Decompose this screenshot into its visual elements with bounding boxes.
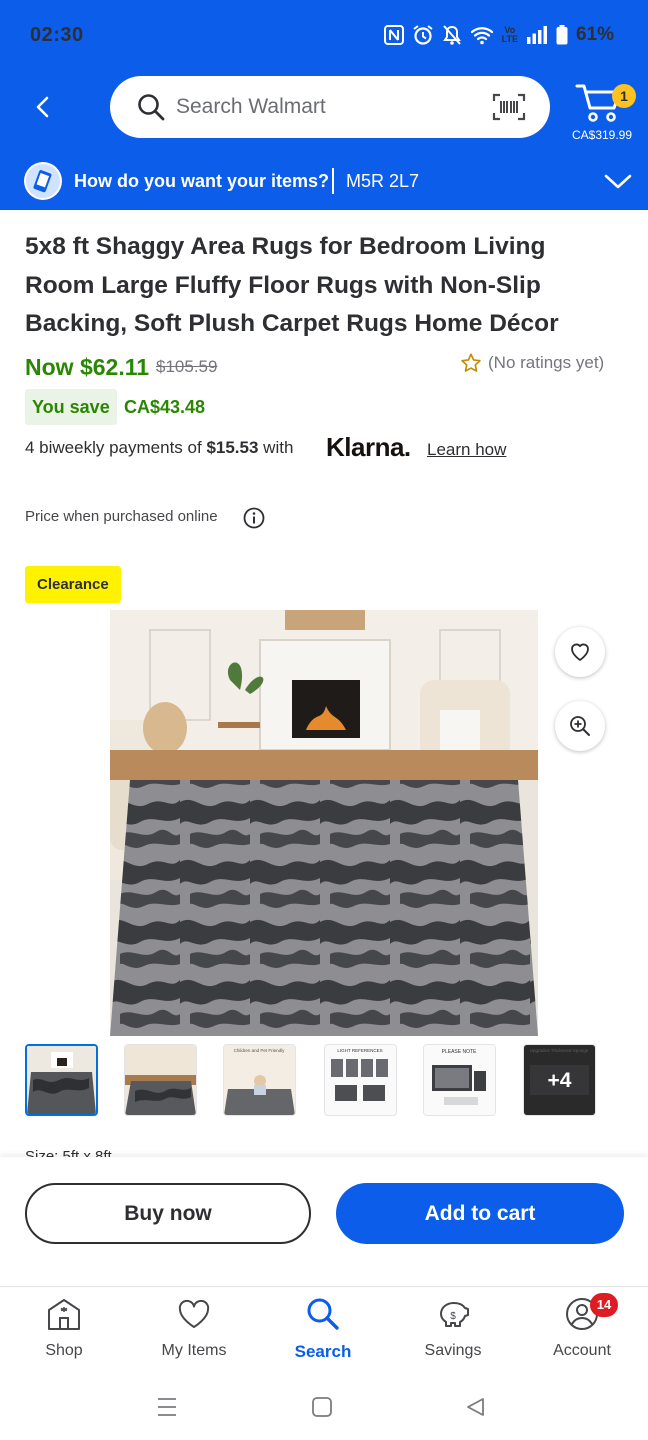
chevron-left-icon (36, 96, 49, 118)
product-image[interactable] (110, 610, 538, 1036)
nav-label: My Items (161, 1342, 227, 1359)
thumbnail-4[interactable]: LIGHT REFERENCES (324, 1044, 397, 1116)
nfc-icon (383, 25, 404, 45)
nav-shop[interactable]: Shop (4, 1296, 124, 1362)
thumbnail-image: Children and Pet Friendly (224, 1045, 295, 1115)
svg-text:$: $ (450, 1311, 456, 1322)
thumbnail-5[interactable]: PLEASE NOTE (423, 1044, 496, 1116)
mute-icon (442, 25, 461, 45)
back-triangle-icon[interactable] (464, 1396, 486, 1418)
nav-label: Search (294, 1342, 352, 1361)
price-online-note: Price when purchased online (25, 508, 218, 525)
clearance-badge: Clearance (25, 566, 121, 603)
store-icon (48, 1299, 80, 1330)
current-price: Now $62.11 (25, 354, 150, 380)
add-to-cart-button[interactable]: Add to cart (336, 1183, 624, 1244)
battery-icon (556, 25, 568, 45)
cart-total: CA$319.99 (571, 128, 633, 142)
status-time: 02:30 (30, 24, 84, 46)
nav-savings[interactable]: $ Savings (393, 1296, 513, 1362)
nav-my-items[interactable]: My Items (134, 1296, 254, 1362)
thumbnail-caption: PLEASE NOTE (442, 1049, 477, 1055)
rating[interactable]: (No ratings yet) (460, 352, 604, 374)
klarna-suffix: with (263, 438, 294, 457)
cart-count-badge: 1 (612, 84, 636, 108)
klarna-prefix: 4 biweekly payments of (25, 438, 202, 457)
nav-account[interactable]: Account (522, 1296, 642, 1362)
product-title: 5x8 ft Shaggy Area Rugs for Bedroom Livi… (25, 233, 559, 337)
favorite-button[interactable] (555, 627, 605, 677)
delivery-question: How do you want your items? (74, 171, 330, 191)
nav-label: Account (553, 1342, 611, 1359)
delivery-icon (24, 162, 62, 200)
search-icon (138, 94, 165, 121)
delivery-divider (332, 168, 334, 194)
chevron-down-icon[interactable] (604, 170, 632, 192)
thumbnail-image (125, 1045, 196, 1115)
heart-icon (178, 1299, 210, 1328)
thumbnail-2[interactable] (124, 1044, 197, 1116)
rug-room-image (110, 610, 538, 1036)
search-placeholder: Search Walmart (176, 95, 326, 118)
heart-icon (571, 643, 589, 661)
barcode-scanner-icon[interactable] (492, 93, 526, 121)
star-outline-icon (461, 353, 481, 372)
buy-now-button[interactable]: Buy now (25, 1183, 311, 1244)
nav-search[interactable]: Search (263, 1296, 383, 1362)
status-bar: 02:30 Vo LTE 61% (0, 0, 648, 72)
account-notification-badge: 14 (590, 1293, 618, 1317)
klarna-amount: $15.53 (206, 438, 259, 457)
thumbnail-image: LIGHT REFERENCES (325, 1045, 396, 1115)
nav-label: Shop (45, 1342, 83, 1359)
battery-level: 61% (575, 24, 614, 45)
learn-how-link[interactable]: Learn how (427, 440, 506, 460)
klarna-logo: Klarna. (326, 432, 411, 462)
wifi-icon (470, 27, 493, 45)
thumbnail-1[interactable] (25, 1044, 98, 1116)
search-input[interactable]: Search Walmart (110, 76, 550, 138)
nav-label: Savings (424, 1342, 482, 1359)
back-button[interactable] (28, 92, 58, 122)
search-icon (307, 1298, 339, 1330)
thumbnail-image (27, 1046, 96, 1114)
status-icons: Vo LTE 61% (383, 24, 614, 46)
alarm-icon (413, 25, 433, 45)
image-thumbnails: Children and Pet Friendly LIGHT REFERENC… (25, 1044, 625, 1118)
phone-cart-icon (26, 164, 60, 198)
klarna-payments: 4 biweekly payments of $15.53 with (25, 438, 293, 458)
more-images-label: +4 (524, 1045, 595, 1115)
recent-apps-icon[interactable] (156, 1396, 178, 1418)
thumbnail-caption: LIGHT REFERENCES (337, 1048, 382, 1053)
info-icon[interactable] (243, 507, 265, 529)
you-save-label: You save (25, 389, 117, 425)
thumbnail-caption: Children and Pet Friendly (234, 1048, 286, 1053)
zoom-in-icon (570, 716, 590, 736)
thumbnail-image: PLEASE NOTE (424, 1045, 495, 1115)
postal-code: M5R 2L7 (346, 171, 420, 191)
thumbnail-3[interactable]: Children and Pet Friendly (223, 1044, 296, 1116)
rating-text: (No ratings yet) (488, 353, 605, 372)
original-price: $105.59 (156, 357, 218, 376)
volte-bottom: LTE (501, 34, 518, 44)
volte-indicator: Vo LTE (502, 26, 518, 44)
you-save-amount: CA$43.48 (124, 397, 206, 417)
zoom-button[interactable] (555, 701, 605, 751)
home-icon[interactable] (311, 1396, 333, 1418)
signal-icon (526, 26, 547, 44)
thumbnail-6[interactable]: Upgraded Thickened Sponge +4 (523, 1044, 596, 1116)
piggy-bank-icon: $ (440, 1302, 469, 1327)
